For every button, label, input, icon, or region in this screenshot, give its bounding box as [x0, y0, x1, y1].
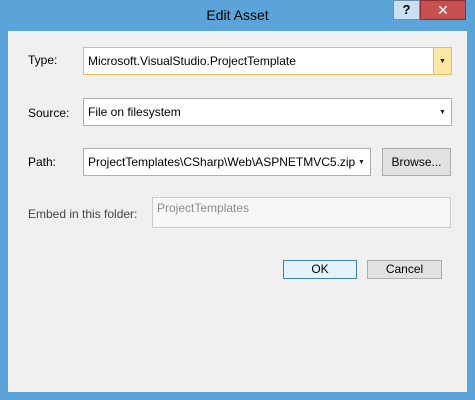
type-label: Type: [28, 53, 58, 67]
embed-label: Embed in this folder: [28, 207, 138, 221]
path-combo[interactable]: ProjectTemplates\CSharp\Web\ASPNETMVC5.z… [83, 148, 371, 176]
chevron-down-icon[interactable]: ▼ [433, 48, 451, 74]
type-value: Microsoft.VisualStudio.ProjectTemplate [88, 54, 296, 68]
chevron-down-icon[interactable]: ▼ [353, 149, 370, 175]
browse-button[interactable]: Browse... [382, 148, 451, 176]
cancel-button[interactable]: Cancel [367, 260, 442, 279]
dialog-body: Type: Microsoft.VisualStudio.ProjectTemp… [8, 31, 467, 392]
embed-folder-field: ProjectTemplates [152, 197, 451, 228]
edit-asset-window: Edit Asset ? ✕ Type: Microsoft.VisualStu… [0, 0, 475, 400]
close-button[interactable]: ✕ [420, 0, 466, 20]
source-label: Source: [28, 106, 70, 120]
source-value: File on filesystem [88, 105, 181, 119]
source-combo[interactable]: File on filesystem ▼ [83, 98, 452, 126]
ok-button[interactable]: OK [283, 260, 357, 279]
title-bar[interactable]: Edit Asset ? ✕ [0, 0, 475, 30]
chevron-down-icon[interactable]: ▼ [434, 99, 451, 125]
help-icon: ? [402, 2, 411, 17]
embed-value: ProjectTemplates [157, 201, 250, 215]
path-label: Path: [28, 155, 57, 169]
path-value: ProjectTemplates\CSharp\Web\ASPNETMVC5.z… [88, 155, 356, 169]
type-combo[interactable]: Microsoft.VisualStudio.ProjectTemplate ▼ [83, 47, 452, 75]
close-icon: ✕ [437, 2, 449, 18]
help-button[interactable]: ? [393, 0, 420, 20]
